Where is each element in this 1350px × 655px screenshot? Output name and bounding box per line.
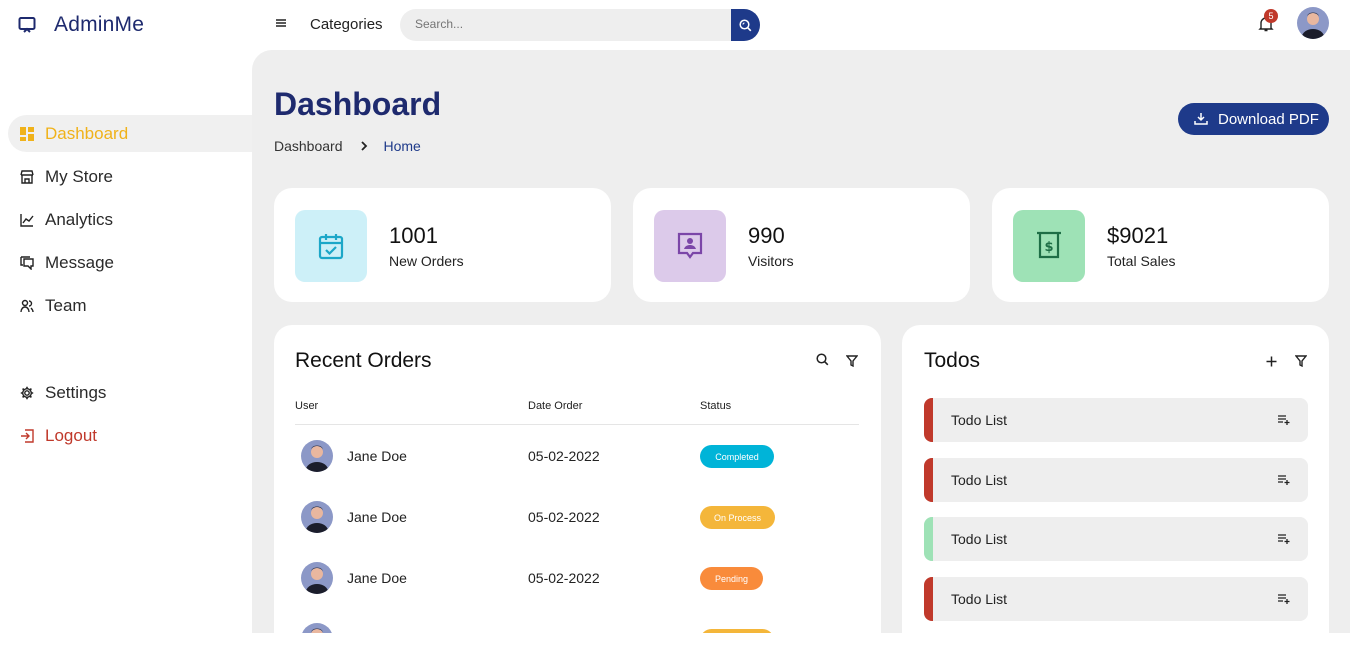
- todos-title: Todos: [924, 349, 981, 372]
- sidebar-item-settings[interactable]: Settings: [0, 371, 252, 414]
- todo-status-bar: [924, 577, 933, 621]
- sidebar-item-label: My Store: [45, 166, 114, 186]
- stat-card-new-orders: 1001 New Orders: [274, 188, 611, 302]
- stat-card-visitors: 990 Visitors: [633, 188, 970, 302]
- search-icon: [739, 18, 752, 31]
- table-row[interactable]: Jane Doe 05-02-2022 On Process: [295, 499, 859, 539]
- playlist-add-icon[interactable]: [1278, 533, 1290, 545]
- avatar: [301, 623, 333, 633]
- brand[interactable]: AdminMe: [18, 12, 144, 38]
- stat-label: New Orders: [389, 253, 464, 269]
- table-row[interactable]: [295, 621, 859, 633]
- avatar: [301, 501, 333, 533]
- sidebar-item-team[interactable]: Team: [0, 284, 252, 327]
- calendar-check-icon: [295, 210, 367, 282]
- stat-label: Visitors: [748, 253, 794, 269]
- page-title: Dashboard: [274, 86, 442, 122]
- sidebar-item-logout[interactable]: Logout: [0, 414, 252, 457]
- todo-label: Todo List: [951, 531, 1008, 547]
- stat-value: 1001: [389, 223, 438, 248]
- sidebar-item-label: Team: [45, 295, 87, 315]
- playlist-add-icon[interactable]: [1278, 414, 1290, 426]
- sidebar-item-dashboard[interactable]: Dashboard: [0, 112, 276, 155]
- download-pdf-button[interactable]: Download PDF: [1178, 103, 1329, 135]
- team-icon: [19, 298, 35, 314]
- brand-name: AdminMe: [54, 13, 145, 36]
- store-icon: [19, 169, 35, 185]
- sidebar-nav: Dashboard My Store Analytics Message Tea…: [0, 112, 276, 457]
- chevron-right-icon: [360, 138, 368, 154]
- playlist-add-icon[interactable]: [1278, 593, 1290, 605]
- breadcrumb: Dashboard Home: [274, 138, 421, 154]
- divider: [295, 424, 859, 425]
- sidebar-item-label: Analytics: [45, 209, 114, 229]
- user-name: Jane Doe: [347, 448, 407, 464]
- table-row[interactable]: Jane Doe 05-02-2022 Pending: [295, 560, 859, 600]
- todo-item[interactable]: Todo List: [924, 458, 1308, 502]
- search-icon[interactable]: [816, 353, 829, 371]
- categories-link[interactable]: Categories: [310, 16, 383, 33]
- todo-status-bar: [924, 517, 933, 561]
- user-badge-icon: [654, 210, 726, 282]
- todo-item[interactable]: Todo List: [924, 398, 1308, 442]
- logout-icon: [19, 428, 35, 444]
- todo-status-bar: [924, 458, 933, 502]
- avatar: [301, 562, 333, 594]
- breadcrumb-item-dashboard[interactable]: Dashboard: [274, 138, 343, 154]
- analytics-icon: [19, 212, 35, 228]
- sidebar: AdminMe Dashboard My Store Analytics Mes…: [0, 0, 276, 633]
- stat-value: $9021: [1107, 223, 1169, 248]
- order-date: 05-02-2022: [528, 570, 600, 586]
- sidebar-item-my-store[interactable]: My Store: [0, 155, 252, 198]
- search-input[interactable]: [415, 17, 715, 31]
- column-header-date: Date Order: [528, 400, 583, 412]
- filter-icon[interactable]: [1294, 354, 1308, 372]
- search-bar: [400, 9, 760, 41]
- todo-item[interactable]: Todo List: [924, 517, 1308, 561]
- breadcrumb-item-home[interactable]: Home: [384, 138, 421, 154]
- status-badge: Completed: [700, 445, 774, 468]
- gear-icon: [19, 385, 35, 401]
- stat-value: 990: [748, 223, 785, 248]
- avatar: [301, 440, 333, 472]
- sidebar-item-analytics[interactable]: Analytics: [0, 198, 252, 241]
- todo-label: Todo List: [951, 472, 1008, 488]
- user-name: Jane Doe: [347, 570, 407, 586]
- menu-icon[interactable]: [276, 16, 288, 30]
- sidebar-item-label: Settings: [45, 382, 107, 402]
- sidebar-item-label: Dashboard: [45, 123, 129, 143]
- status-badge: Pending: [700, 567, 763, 590]
- download-pdf-label: Download PDF: [1218, 110, 1319, 128]
- download-icon: [1194, 113, 1208, 125]
- table-row[interactable]: Jane Doe 05-02-2022 Completed: [295, 438, 859, 478]
- user-avatar[interactable]: [1297, 7, 1329, 39]
- message-icon: [19, 255, 35, 271]
- todo-item[interactable]: Todo List: [924, 577, 1308, 621]
- dashboard-icon: [19, 126, 35, 142]
- recent-orders-card: [274, 325, 881, 655]
- stat-label: Total Sales: [1107, 253, 1176, 269]
- playlist-add-icon[interactable]: [1278, 474, 1290, 486]
- add-icon[interactable]: [1266, 354, 1277, 372]
- column-header-user: User: [295, 400, 319, 412]
- notification-badge: 5: [1264, 9, 1278, 23]
- order-date: 05-02-2022: [528, 448, 600, 464]
- column-header-status: Status: [700, 400, 732, 412]
- todo-status-bar: [924, 398, 933, 442]
- recent-orders-title: Recent Orders: [295, 349, 432, 372]
- status-badge: On Process: [700, 506, 775, 529]
- todo-label: Todo List: [951, 412, 1008, 428]
- dollar-icon: $: [1013, 210, 1085, 282]
- svg-text:$: $: [1044, 240, 1053, 255]
- sidebar-item-message[interactable]: Message: [0, 241, 252, 284]
- sidebar-item-label: Logout: [45, 425, 97, 445]
- status-badge: [700, 629, 774, 633]
- sidebar-item-label: Message: [45, 252, 114, 272]
- user-name: Jane Doe: [347, 509, 407, 525]
- todo-label: Todo List: [951, 591, 1008, 607]
- filter-icon[interactable]: [845, 354, 859, 372]
- stat-card-total-sales: $ $9021 Total Sales: [992, 188, 1329, 302]
- order-date: 05-02-2022: [528, 509, 600, 525]
- presentation-icon: [18, 17, 36, 33]
